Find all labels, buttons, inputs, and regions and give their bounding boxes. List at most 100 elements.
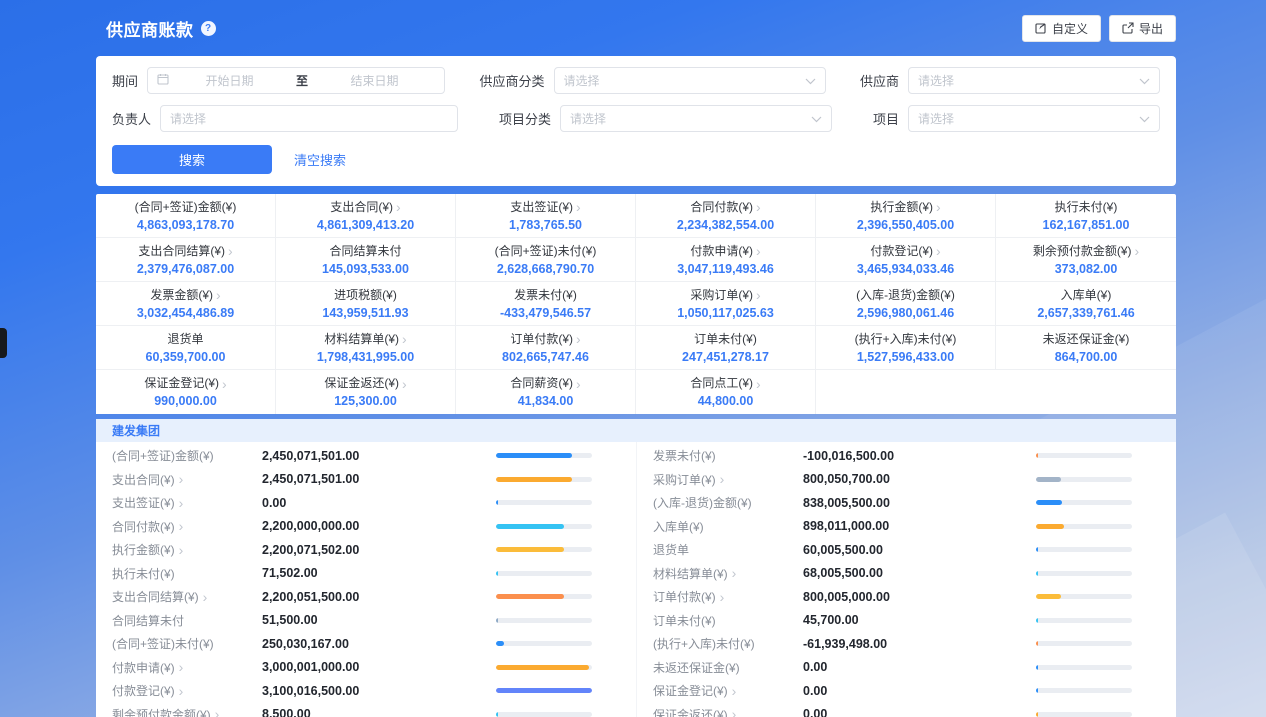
chevron-right-icon[interactable]: › [732,708,737,717]
progress-fill [1036,500,1062,505]
chevron-right-icon[interactable]: › [179,685,184,697]
stat-cell[interactable]: 合同薪资(¥) › 41,834.00 [456,370,636,414]
supplier-category-select[interactable]: 请选择 [554,67,826,94]
group-header: 建发集团 [96,419,1176,442]
progress-bar [1036,453,1132,458]
stat-cell: 未返还保证金(¥) 864,700.00 [996,326,1176,370]
stat-cell-empty [816,370,996,414]
project-category-select[interactable]: 请选择 [560,105,832,132]
stat-value: 1,050,117,025.63 [677,306,774,320]
progress-bar [1036,547,1132,552]
detail-label: 保证金登记(¥) [653,682,728,699]
chevron-right-icon[interactable]: › [203,591,208,603]
stat-value: 990,000.00 [154,394,217,408]
help-icon[interactable]: ? [201,21,216,36]
period-range-input[interactable]: 开始日期 至 结束日期 [147,67,445,94]
progress-bar [1036,571,1132,576]
progress-bar [1036,712,1132,717]
stat-cell[interactable]: 保证金登记(¥) › 990,000.00 [96,370,276,414]
detail-row: 发票未付(¥) -100,016,500.00 [637,444,1176,468]
detail-label: (合同+签证)金额(¥) [112,447,214,464]
chevron-right-icon: › [576,378,581,390]
stat-cell[interactable]: 保证金返还(¥) › 125,300.00 [276,370,456,414]
stat-value: 2,379,476,087.00 [137,262,234,276]
stat-cell[interactable]: 材料结算单(¥) › 1,798,431,995.00 [276,326,456,370]
owner-select[interactable]: 请选择 [160,105,458,132]
progress-bar [1036,500,1132,505]
detail-label: (合同+签证)未付(¥) [112,635,214,652]
stat-cell[interactable]: 付款登记(¥) › 3,465,934,033.46 [816,238,996,282]
stat-label: 付款申请(¥) [690,244,753,259]
progress-bar [1036,477,1132,482]
customize-button[interactable]: 自定义 [1022,15,1101,42]
search-button[interactable]: 搜索 [112,145,272,174]
chevron-down-icon [811,110,822,128]
stat-cell: 退货单 60,359,700.00 [96,326,276,370]
page-title: 供应商账款 [106,16,194,41]
stat-cell: (入库-退货)金额(¥) 2,596,980,061.46 [816,282,996,326]
chevron-right-icon[interactable]: › [179,661,184,673]
chevron-right-icon[interactable]: › [732,685,737,697]
chevron-right-icon: › [756,201,761,213]
progress-bar [496,524,592,529]
stat-cell[interactable]: 执行金额(¥) › 2,396,550,405.00 [816,194,996,238]
chevron-right-icon[interactable]: › [215,708,220,717]
stat-value: 3,047,119,493.46 [677,262,774,276]
chevron-right-icon: › [936,201,941,213]
detail-value: 2,450,071,501.00 [262,449,496,463]
stat-cell[interactable]: 支出合同结算(¥) › 2,379,476,087.00 [96,238,276,282]
chevron-right-icon: › [402,333,407,345]
progress-fill [496,547,564,552]
chevron-right-icon[interactable]: › [720,591,725,603]
progress-bar [496,500,592,505]
stat-cell[interactable]: 合同点工(¥) › 44,800.00 [636,370,816,414]
progress-fill [1036,618,1038,623]
supplier-filter: 供应商 请选择 [860,67,1160,94]
detail-label: 付款登记(¥) [112,682,175,699]
summary-grid: (合同+签证)金额(¥) 4,863,093,178.70 支出合同(¥) › … [96,194,1176,414]
calendar-icon [157,72,169,90]
start-date-placeholder[interactable]: 开始日期 [169,72,290,89]
end-date-placeholder[interactable]: 结束日期 [314,72,435,89]
clear-search-link[interactable]: 清空搜索 [294,150,346,169]
stat-value: 41,834.00 [518,394,574,408]
chevron-right-icon[interactable]: › [179,544,184,556]
stat-value: 145,093,533.00 [322,262,409,276]
chevron-down-icon [1139,72,1150,90]
stat-cell[interactable]: 支出签证(¥) › 1,783,765.50 [456,194,636,238]
chevron-right-icon[interactable]: › [720,473,725,485]
chevron-right-icon: › [576,333,581,345]
stat-value: 143,959,511.93 [322,306,408,320]
stat-cell[interactable]: 付款申请(¥) › 3,047,119,493.46 [636,238,816,282]
stat-cell[interactable]: 剩余预付款金额(¥) › 373,082.00 [996,238,1176,282]
chevron-right-icon[interactable]: › [179,497,184,509]
detail-row: 合同付款(¥) › 2,200,000,000.00 [96,515,636,539]
chevron-right-icon[interactable]: › [179,473,184,485]
customize-label: 自定义 [1052,20,1088,37]
detail-value: 800,005,000.00 [803,590,1036,604]
detail-label: 剩余预付款金额(¥) [112,706,211,717]
stat-cell[interactable]: 合同付款(¥) › 2,234,382,554.00 [636,194,816,238]
stat-cell[interactable]: 订单付款(¥) › 802,665,747.46 [456,326,636,370]
detail-label: 合同付款(¥) [112,518,175,535]
owner-label: 负责人 [112,109,151,128]
supplier-select[interactable]: 请选择 [908,67,1160,94]
stat-label: 保证金返还(¥) [324,376,399,391]
progress-bar [496,571,592,576]
drawer-handle[interactable] [0,328,7,358]
stat-cell[interactable]: 发票金额(¥) › 3,032,454,486.89 [96,282,276,326]
progress-bar [496,477,592,482]
chevron-right-icon[interactable]: › [732,567,737,579]
stat-label: 进项税额(¥) [334,288,397,303]
project-select[interactable]: 请选择 [908,105,1160,132]
export-button[interactable]: 导出 [1109,15,1176,42]
topbar: 供应商账款 ? 自定义 导出 [96,0,1176,56]
stat-cell[interactable]: 支出合同(¥) › 4,861,309,413.20 [276,194,456,238]
progress-fill [496,571,498,576]
stat-cell: (合同+签证)金额(¥) 4,863,093,178.70 [96,194,276,238]
progress-fill [496,618,498,623]
detail-row: 支出合同结算(¥) › 2,200,051,500.00 [96,585,636,609]
detail-value: 838,005,500.00 [803,496,1036,510]
chevron-right-icon[interactable]: › [179,520,184,532]
stat-cell[interactable]: 采购订单(¥) › 1,050,117,025.63 [636,282,816,326]
